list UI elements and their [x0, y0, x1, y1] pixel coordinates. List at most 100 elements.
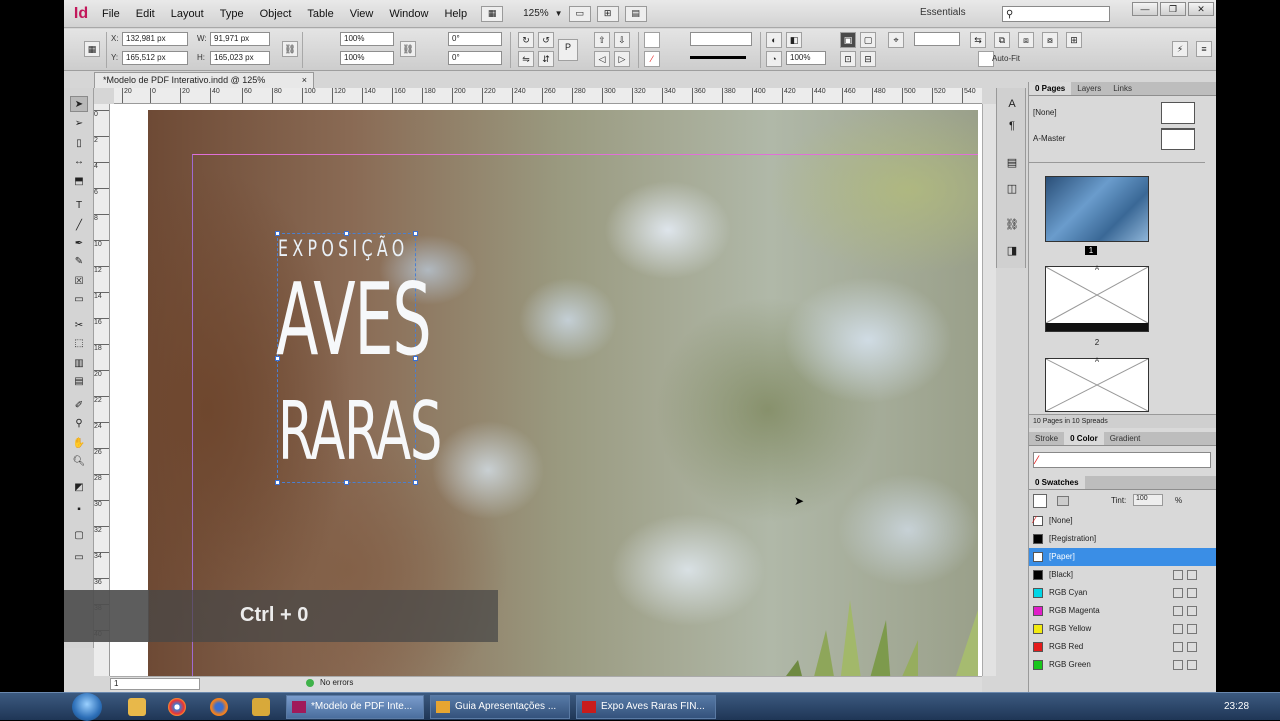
- swatch-rgb-red[interactable]: RGB Red: [1029, 638, 1216, 656]
- text-wrap-icon[interactable]: ▣: [840, 32, 856, 48]
- x-position-field[interactable]: 132,981 px: [122, 32, 188, 46]
- fill-frame-icon[interactable]: ⧇: [1042, 32, 1058, 48]
- shear-angle-field[interactable]: 0°: [448, 51, 502, 65]
- tab-color[interactable]: 0 Color: [1064, 432, 1104, 445]
- menu-help[interactable]: Help: [436, 8, 475, 20]
- constrain-proportions-icon[interactable]: ⛓: [282, 41, 298, 57]
- menu-object[interactable]: Object: [252, 8, 300, 20]
- taskbar-acrobat-window[interactable]: Expo Aves Raras FIN...: [576, 695, 716, 719]
- minimize-button[interactable]: —: [1132, 2, 1158, 16]
- screen-mode-icon[interactable]: ⊞: [596, 5, 619, 22]
- fill-swatch[interactable]: [644, 32, 660, 48]
- tab-links[interactable]: Links: [1107, 82, 1138, 95]
- swatch-none[interactable]: ⁄ [None]: [1029, 512, 1216, 530]
- fit-proportionally-icon[interactable]: ⧈: [1018, 32, 1034, 48]
- effects-icon[interactable]: ◐: [766, 32, 782, 48]
- menu-view[interactable]: View: [342, 8, 382, 20]
- view-options-icon[interactable]: ▭: [568, 5, 591, 22]
- gradient-feather-tool-icon[interactable]: ▤: [70, 374, 88, 390]
- close-button[interactable]: ✕: [1188, 2, 1214, 16]
- scissors-tool-icon[interactable]: ✂: [70, 318, 88, 334]
- eyedropper-tool-icon[interactable]: ⚲: [70, 416, 88, 432]
- pencil-tool-icon[interactable]: ✎: [70, 254, 88, 270]
- panel-menu-icon[interactable]: ≡: [1196, 41, 1212, 57]
- fitting-icon[interactable]: ⊡: [840, 51, 856, 67]
- document-tab[interactable]: *Modelo de PDF Interativo.indd @ 125% ×: [94, 72, 314, 88]
- opacity-icon[interactable]: ◔: [766, 51, 782, 67]
- wrap-around-icon[interactable]: ▢: [860, 32, 876, 48]
- type-tool-icon[interactable]: T: [70, 198, 88, 214]
- selection-tool-icon[interactable]: ➤: [70, 96, 88, 112]
- vertical-scrollbar[interactable]: [982, 104, 996, 676]
- menu-table[interactable]: Table: [299, 8, 341, 20]
- swatch-rgb-cyan[interactable]: RGB Cyan: [1029, 584, 1216, 602]
- menu-type[interactable]: Type: [212, 8, 252, 20]
- file-explorer-icon[interactable]: [128, 698, 146, 716]
- workspace-switcher[interactable]: Essentials: [920, 7, 966, 18]
- page-thumbnail-1[interactable]: [1045, 176, 1149, 242]
- pathfinder-icon[interactable]: ◫: [1003, 182, 1021, 198]
- drop-shadow-icon[interactable]: ◧: [786, 32, 802, 48]
- page-number-field[interactable]: 1: [110, 678, 200, 690]
- y-position-field[interactable]: 165,512 px: [122, 51, 188, 65]
- constrain-scale-icon[interactable]: ⛓: [400, 41, 416, 57]
- close-tab-icon[interactable]: ×: [302, 73, 307, 88]
- zoom-level-dropdown[interactable]: 125%: [517, 6, 555, 21]
- hand-tool-icon[interactable]: ✋: [70, 436, 88, 452]
- fit-content-icon[interactable]: ⊟: [860, 51, 876, 67]
- scale-y-field[interactable]: 100%: [340, 51, 394, 65]
- align-panel-icon[interactable]: ▤: [1003, 156, 1021, 172]
- normal-mode-icon[interactable]: ▢: [70, 528, 88, 544]
- flip-horizontal-icon[interactable]: ⇋: [518, 51, 534, 67]
- chevron-down-icon[interactable]: ▼: [555, 9, 563, 18]
- taskbar-indesign-window[interactable]: *Modelo de PDF Inte...: [286, 695, 424, 719]
- gap-tool-icon[interactable]: ↔: [70, 154, 88, 170]
- flip-vertical-icon[interactable]: ⇵: [538, 51, 554, 67]
- rotate-ccw-icon[interactable]: ↺: [538, 32, 554, 48]
- select-next-icon[interactable]: ▷: [614, 51, 630, 67]
- gradient-swatch-tool-icon[interactable]: ▥: [70, 356, 88, 372]
- buttons-forms-icon[interactable]: ◨: [1003, 244, 1021, 260]
- chrome-icon[interactable]: [168, 698, 186, 716]
- formatting-container-icon[interactable]: [1057, 496, 1069, 506]
- menu-layout[interactable]: Layout: [163, 8, 212, 20]
- note-tool-icon[interactable]: ✐: [70, 398, 88, 414]
- corner-options-field[interactable]: [914, 32, 960, 46]
- direct-selection-tool-icon[interactable]: ➢: [70, 116, 88, 132]
- menu-edit[interactable]: Edit: [128, 8, 163, 20]
- swatch-rgb-yellow[interactable]: RGB Yellow: [1029, 620, 1216, 638]
- page-thumbnail-3[interactable]: [1045, 358, 1149, 412]
- page-tool-icon[interactable]: ▯: [70, 136, 88, 152]
- zoom-tool-icon[interactable]: 🔍︎: [70, 454, 88, 470]
- pen-tool-icon[interactable]: ✒: [70, 236, 88, 252]
- free-transform-tool-icon[interactable]: ⬚: [70, 336, 88, 352]
- search-input[interactable]: ⚲: [1002, 6, 1110, 22]
- character-styles-icon[interactable]: A: [1003, 98, 1021, 114]
- master-none[interactable]: [None]: [1033, 102, 1213, 124]
- tab-swatches[interactable]: 0 Swatches: [1029, 476, 1085, 489]
- line-tool-icon[interactable]: ╱: [70, 218, 88, 234]
- height-field[interactable]: 165,023 px: [210, 51, 270, 65]
- hyperlinks-icon[interactable]: ⛓: [1003, 218, 1021, 234]
- fill-stroke-swatch-icon[interactable]: [1033, 494, 1047, 508]
- swatch-paper[interactable]: [Paper]: [1029, 548, 1216, 566]
- horizontal-scrollbar[interactable]: [110, 676, 982, 692]
- preview-mode-icon[interactable]: ▭: [70, 550, 88, 566]
- start-button[interactable]: [72, 693, 102, 721]
- preflight-status[interactable]: No errors: [320, 678, 353, 687]
- master-a[interactable]: A-Master: [1033, 128, 1213, 150]
- stroke-weight-field[interactable]: [690, 32, 752, 46]
- align-icon[interactable]: ⌖: [888, 32, 904, 48]
- page-thumbnail-2[interactable]: [1045, 266, 1149, 332]
- path-type-icon[interactable]: P: [558, 39, 578, 61]
- formatting-affects-icon[interactable]: ▪: [70, 502, 88, 518]
- swatch-rgb-magenta[interactable]: RGB Magenta: [1029, 602, 1216, 620]
- stroke-type-preview[interactable]: [690, 56, 746, 59]
- select-container-icon[interactable]: ⇧: [594, 32, 610, 48]
- scale-x-field[interactable]: 100%: [340, 32, 394, 46]
- reference-point-icon[interactable]: ▦: [84, 41, 100, 57]
- tab-layers[interactable]: Layers: [1071, 82, 1107, 95]
- menu-window[interactable]: Window: [381, 8, 436, 20]
- rectangle-tool-icon[interactable]: ▭: [70, 292, 88, 308]
- title-line-raras[interactable]: RARAS: [278, 392, 442, 472]
